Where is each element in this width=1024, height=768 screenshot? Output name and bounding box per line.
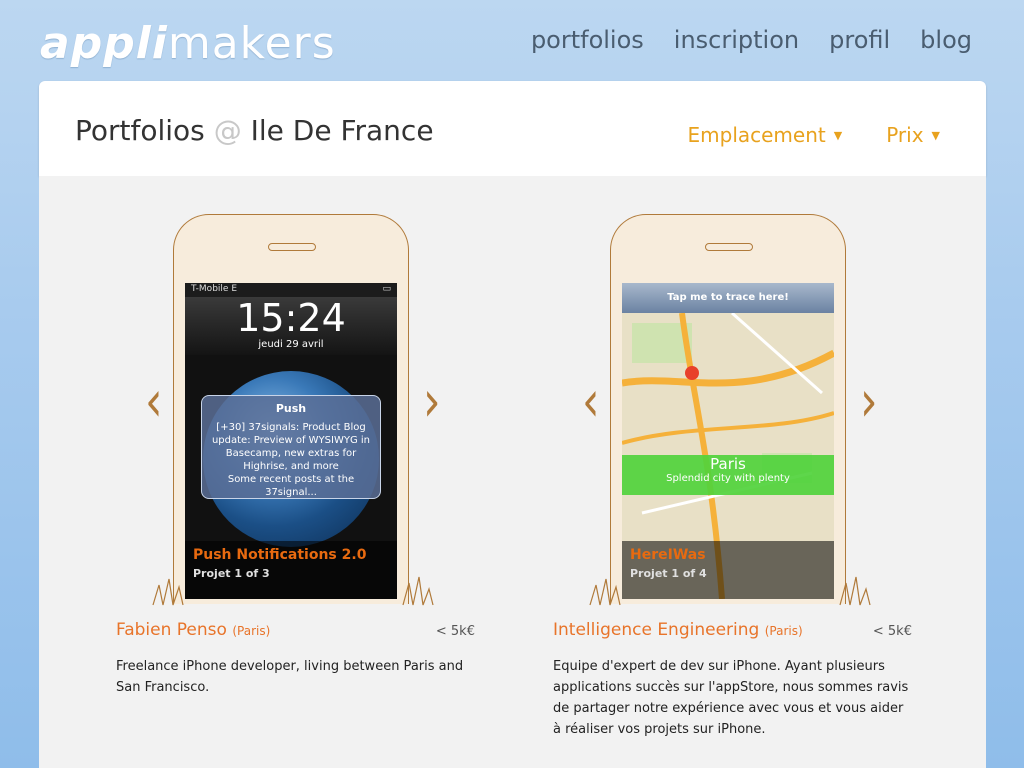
developer-name-text: Intelligence Engineering	[553, 620, 760, 640]
project-name: Push Notifications 2.0	[193, 547, 367, 563]
logo-bold: appli	[40, 18, 168, 69]
project-screenshot[interactable]: Tap me to trace here! Paris Splendid cit…	[622, 283, 834, 599]
project-screenshot[interactable]: T-Mobile E ▭ 15:24 jeudi 29 avril Push […	[185, 283, 397, 599]
push-title: Push	[275, 402, 307, 415]
nav-inscription[interactable]: inscription	[674, 26, 799, 54]
prev-arrow-icon[interactable]: ‹	[582, 368, 600, 434]
next-arrow-icon[interactable]: ›	[860, 368, 878, 434]
developer-city: (Paris)	[764, 624, 803, 638]
developer-description: Equipe d'expert de dev sur iPhone. Ayant…	[553, 659, 909, 737]
page-title: Portfolios @ Ile De France	[75, 114, 434, 147]
map-desc: Splendid city with plenty	[666, 473, 790, 484]
filters: Emplacement ▼ Prix ▼	[688, 123, 941, 147]
developer-name[interactable]: Intelligence Engineering (Paris)	[553, 620, 803, 640]
developer-description: Freelance iPhone developer, living betwe…	[116, 659, 464, 695]
status-bar: T-Mobile E ▭	[185, 283, 397, 297]
map-city-popup: Paris Splendid city with plenty	[622, 455, 834, 495]
main-nav: portfolios inscription profil blog	[531, 26, 972, 54]
prev-arrow-icon[interactable]: ‹	[145, 368, 163, 434]
portfolio-list: ‹ › T-Mobile E ▭ 15:24 jeudi 29 avril Pu…	[39, 176, 986, 768]
grass-decoration	[152, 576, 434, 606]
developer-name-text: Fabien Penso	[116, 620, 227, 640]
title-bar: Portfolios @ Ile De France Emplacement ▼ …	[39, 81, 986, 188]
next-arrow-icon[interactable]: ›	[423, 368, 441, 434]
portfolio-card: ‹ › Tap me to trace here! Paris Splendid…	[552, 176, 972, 768]
nav-profil[interactable]: profil	[829, 26, 890, 54]
push-alert: Push [+30] 37signals: Product Blog updat…	[201, 395, 381, 499]
phone-speaker	[705, 243, 753, 251]
page-title-at: @	[213, 114, 242, 147]
nav-blog[interactable]: blog	[920, 26, 972, 54]
price-label: < 5k€	[872, 624, 912, 639]
filter-emplacement-label: Emplacement	[687, 123, 826, 147]
filter-prix[interactable]: Prix ▼	[886, 123, 940, 147]
phone-frame: Tap me to trace here! Paris Splendid cit…	[610, 214, 846, 604]
filter-prix-label: Prix	[886, 123, 924, 147]
developer-city: (Paris)	[232, 624, 271, 638]
grass-decoration	[589, 576, 871, 606]
clock-date: jeudi 29 avril	[258, 339, 324, 350]
network-label: E	[231, 284, 238, 294]
phone-frame: T-Mobile E ▭ 15:24 jeudi 29 avril Push […	[173, 214, 409, 604]
map-city: Paris	[710, 455, 746, 473]
caret-down-icon: ▼	[833, 129, 843, 142]
logo-light: makers	[167, 18, 336, 69]
portfolio-card: ‹ › T-Mobile E ▭ 15:24 jeudi 29 avril Pu…	[115, 176, 535, 768]
logo[interactable]: applimakers	[40, 18, 336, 69]
tap-bar: Tap me to trace here!	[622, 283, 834, 313]
page-title-prefix: Portfolios	[75, 114, 205, 147]
phone-speaker	[268, 243, 316, 251]
battery-icon: ▭	[382, 284, 391, 294]
caret-down-icon: ▼	[931, 129, 940, 142]
push-body: [+30] 37signals: Product Blog update: Pr…	[211, 422, 371, 472]
price-label: < 5k€	[435, 624, 475, 639]
project-name: HereIWas	[630, 547, 706, 563]
clock-time: 15:24	[236, 296, 346, 340]
developer-name[interactable]: Fabien Penso (Paris)	[116, 620, 270, 640]
nav-portfolios[interactable]: portfolios	[531, 26, 644, 54]
page-title-place: Ile De France	[250, 114, 434, 147]
filter-emplacement[interactable]: Emplacement ▼	[688, 123, 843, 147]
clock-band: 15:24 jeudi 29 avril	[185, 297, 397, 355]
push-more: Some recent posts at the 37signal...	[227, 474, 355, 498]
carrier-label: T-Mobile	[191, 284, 229, 294]
